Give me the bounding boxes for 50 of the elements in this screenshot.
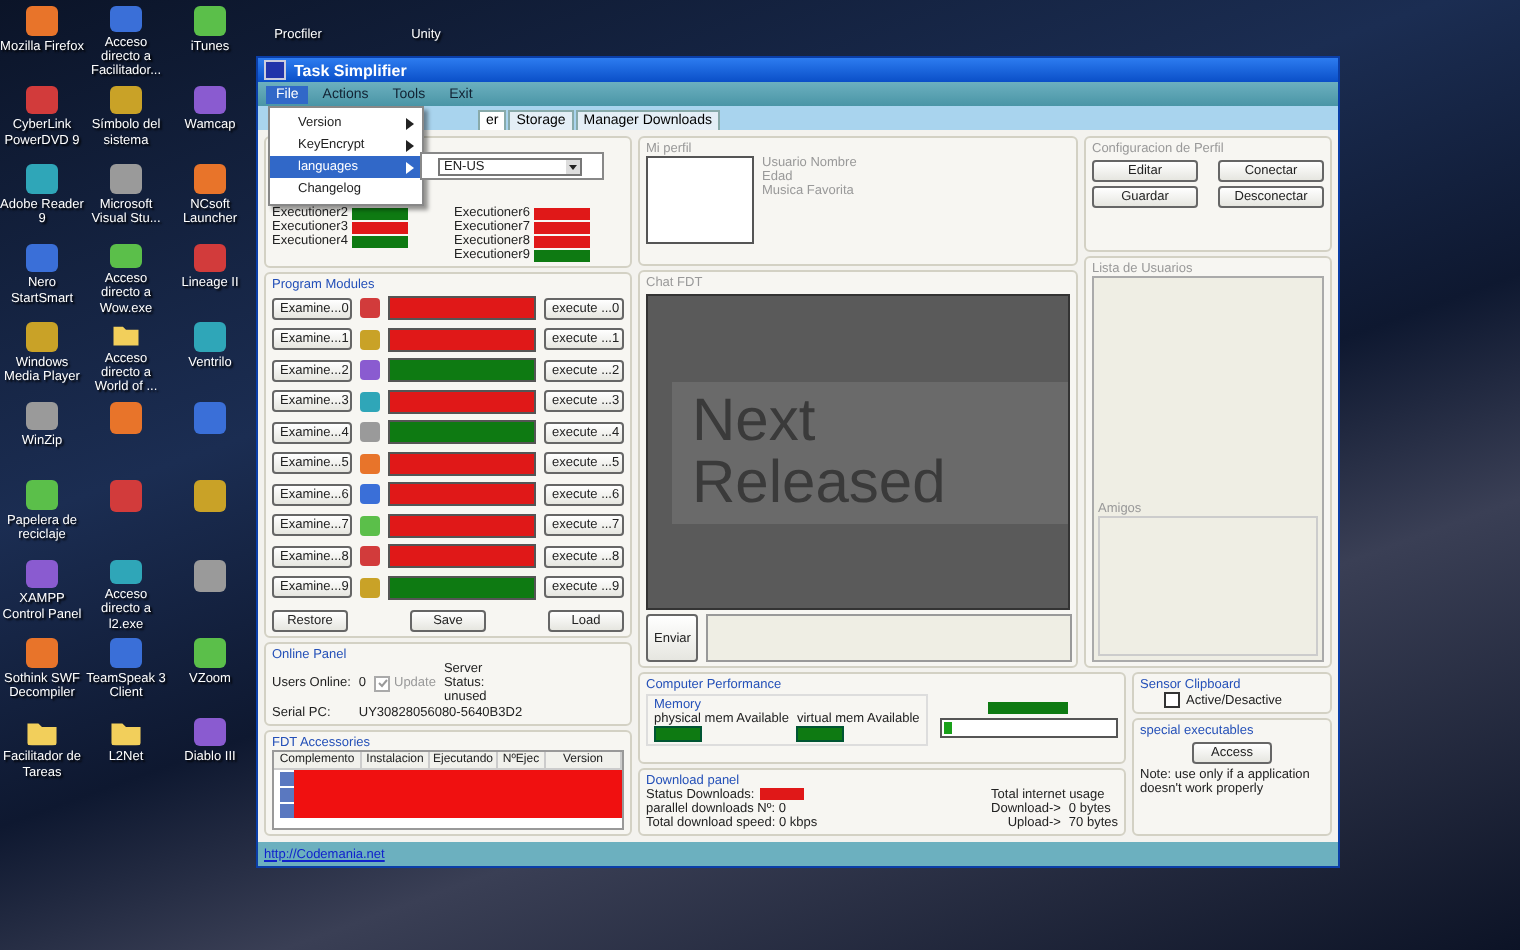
dropdown-arrow-icon <box>566 159 580 173</box>
app-icon[interactable] <box>110 164 142 194</box>
app-icon[interactable] <box>194 243 226 273</box>
module-icon <box>360 453 380 474</box>
app-icon[interactable] <box>26 322 58 352</box>
app-icon[interactable] <box>194 322 226 352</box>
app-icon[interactable] <box>26 401 58 431</box>
app-icon[interactable] <box>26 85 58 115</box>
memory-indicator <box>796 726 845 742</box>
app-icon[interactable] <box>26 638 58 668</box>
module-icon <box>360 577 380 598</box>
app-icon[interactable] <box>110 559 142 584</box>
app-icon[interactable] <box>26 164 58 194</box>
app-icon[interactable] <box>110 243 142 268</box>
app-icon[interactable] <box>194 401 226 433</box>
app-icon[interactable] <box>194 559 226 591</box>
memory-indicator <box>654 726 702 742</box>
module-icon <box>360 515 380 536</box>
app-icon[interactable] <box>194 480 226 512</box>
app-icon[interactable] <box>194 164 226 194</box>
module-icon <box>360 391 380 412</box>
module-icon <box>360 298 380 319</box>
app-icon[interactable] <box>26 243 58 273</box>
module-icon <box>360 546 380 567</box>
app-icon[interactable] <box>110 638 142 668</box>
app-icon <box>264 60 286 80</box>
usage-indicator <box>988 702 1069 714</box>
module-icon <box>360 360 380 381</box>
active-checkbox[interactable] <box>1164 692 1180 708</box>
app-icon[interactable] <box>194 85 226 115</box>
app-icon[interactable] <box>110 401 142 433</box>
app-icon[interactable] <box>26 559 58 589</box>
app-icon[interactable] <box>194 638 226 668</box>
message-input[interactable] <box>706 614 1073 662</box>
app-icon[interactable] <box>194 6 226 36</box>
folder-icon[interactable] <box>110 717 142 747</box>
avatar-placeholder <box>646 156 754 244</box>
module-icon <box>360 422 380 443</box>
app-icon[interactable] <box>110 85 142 115</box>
module-icon <box>360 329 380 350</box>
status-indicator <box>760 788 805 801</box>
checkmark-icon <box>377 678 387 688</box>
app-icon[interactable] <box>110 6 142 31</box>
module-icon <box>360 484 380 505</box>
folder-icon[interactable] <box>110 322 142 347</box>
folder-icon[interactable] <box>26 717 58 747</box>
app-icon[interactable] <box>194 717 226 747</box>
app-icon[interactable] <box>26 6 58 36</box>
window-title: Task Simplifier <box>294 61 407 79</box>
app-icon[interactable] <box>26 480 58 510</box>
